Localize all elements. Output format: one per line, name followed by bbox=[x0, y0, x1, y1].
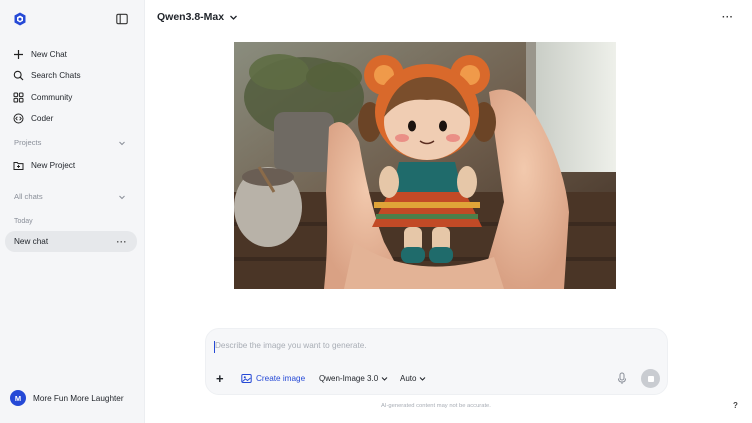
crochet-doll-image bbox=[234, 42, 616, 289]
image-icon bbox=[241, 374, 252, 383]
prompt-input[interactable] bbox=[215, 341, 655, 350]
projects-section-toggle[interactable]: Projects bbox=[14, 138, 126, 147]
chat-item-title: New chat bbox=[14, 237, 49, 246]
model-name: Qwen3.8-Max bbox=[157, 11, 225, 23]
more-options-button[interactable]: ··· bbox=[722, 12, 734, 23]
sidebar-toggle-icon[interactable] bbox=[116, 13, 128, 25]
new-chat-button[interactable]: New Chat bbox=[13, 45, 67, 63]
chevron-down-icon bbox=[119, 141, 125, 145]
search-chats-label: Search Chats bbox=[31, 70, 81, 80]
search-icon bbox=[13, 70, 24, 80]
chevron-down-icon bbox=[420, 377, 426, 381]
code-icon bbox=[13, 113, 24, 123]
coder-label: Coder bbox=[31, 113, 54, 123]
qwen-logo-icon[interactable] bbox=[13, 12, 27, 26]
chat-history-item[interactable]: New chat ··· bbox=[5, 231, 137, 252]
image-model-value: Qwen-Image 3.0 bbox=[319, 374, 379, 383]
sidebar: New Chat Search Chats Community Coder Pr… bbox=[0, 0, 145, 423]
all-chats-section-toggle[interactable]: All chats bbox=[14, 192, 126, 201]
plus-icon bbox=[14, 49, 23, 59]
chevron-down-icon bbox=[381, 377, 388, 381]
new-project-label: New Project bbox=[31, 160, 76, 170]
projects-title: Projects bbox=[14, 138, 42, 147]
send-button[interactable] bbox=[641, 369, 660, 388]
model-selector[interactable]: Qwen3.8-Max bbox=[157, 11, 238, 23]
image-model-dropdown[interactable]: Qwen-Image 3.0 bbox=[319, 374, 388, 383]
all-chats-title: All chats bbox=[14, 192, 43, 201]
prompt-composer: + Create image Qwen-Image 3.0 Auto bbox=[205, 328, 668, 395]
new-chat-label: New Chat bbox=[31, 49, 67, 59]
community-button[interactable]: Community bbox=[13, 88, 72, 106]
chat-item-menu-button[interactable]: ··· bbox=[117, 237, 128, 247]
stop-square-icon bbox=[647, 375, 654, 382]
community-label: Community bbox=[31, 92, 73, 102]
aspect-ratio-value: Auto bbox=[400, 374, 417, 383]
ai-disclaimer: AI-generated content may not be accurate… bbox=[381, 403, 491, 409]
aspect-ratio-dropdown[interactable]: Auto bbox=[400, 374, 426, 383]
help-button[interactable]: ? bbox=[733, 401, 738, 410]
user-name: More Fun More Laughter bbox=[33, 393, 124, 403]
today-group-label: Today bbox=[14, 218, 33, 225]
create-image-label: Create image bbox=[256, 374, 306, 383]
search-chats-button[interactable]: Search Chats bbox=[13, 66, 81, 84]
coder-button[interactable]: Coder bbox=[13, 109, 53, 127]
new-project-button[interactable]: New Project bbox=[13, 156, 75, 174]
microphone-icon[interactable] bbox=[616, 372, 628, 385]
chevron-down-icon bbox=[230, 15, 238, 20]
user-profile[interactable]: M More Fun More Laughter bbox=[10, 390, 124, 406]
chevron-down-icon bbox=[119, 195, 125, 199]
create-image-toggle[interactable]: Create image bbox=[241, 373, 305, 384]
folder-plus-icon bbox=[13, 161, 24, 170]
avatar: M bbox=[10, 390, 26, 406]
attach-button[interactable]: + bbox=[216, 372, 224, 386]
generated-image[interactable] bbox=[234, 42, 616, 289]
grid-icon bbox=[13, 92, 24, 102]
